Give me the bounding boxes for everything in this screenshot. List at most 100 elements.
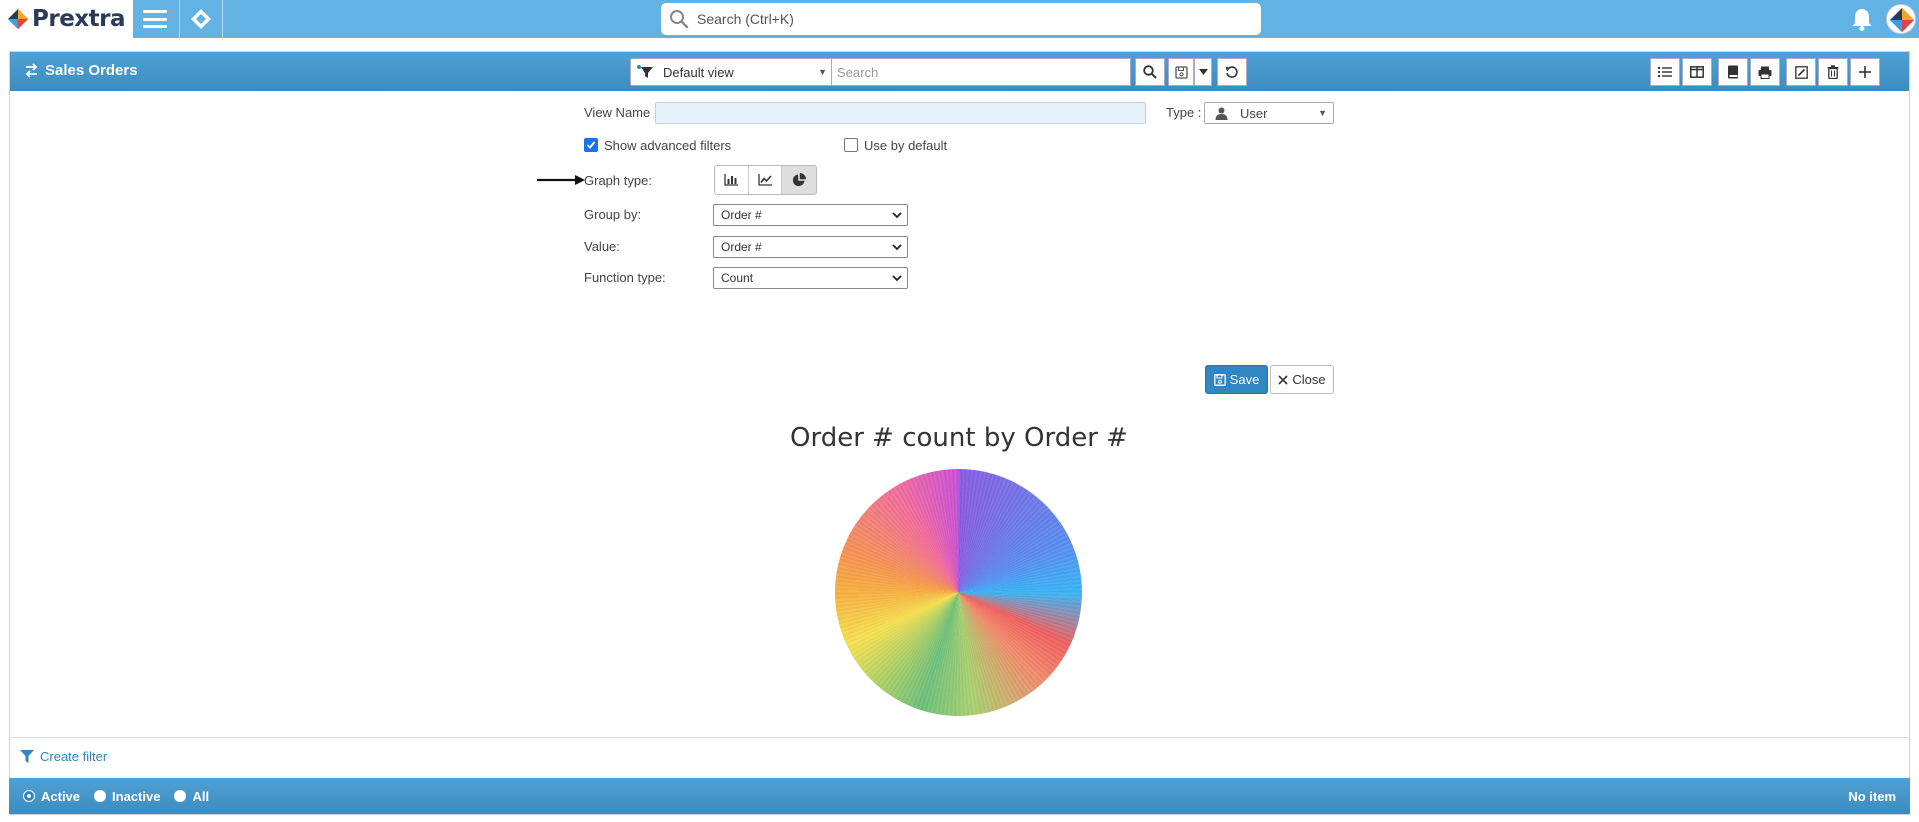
use-by-default-checkbox[interactable]	[844, 138, 858, 152]
show-advanced-filters-label: Show advanced filters	[604, 138, 732, 153]
graph-type-label: Graph type:	[584, 173, 652, 188]
type-select-value: User	[1240, 105, 1268, 121]
value-select-value: Order #	[721, 240, 762, 254]
item-count: No item	[1848, 788, 1896, 804]
global-search-input[interactable]	[697, 11, 1237, 27]
close-button-label: Close	[1292, 372, 1326, 387]
columns-view-button[interactable]	[1682, 58, 1712, 86]
undo-icon	[1225, 66, 1238, 78]
trash-icon	[1827, 65, 1839, 79]
close-icon	[1278, 374, 1288, 385]
avatar[interactable]	[1886, 4, 1916, 34]
view-selector-value: Default view	[663, 64, 734, 80]
search-icon	[670, 10, 689, 29]
checkmark-icon	[586, 141, 596, 149]
show-advanced-filters-checkbox[interactable]	[584, 138, 598, 152]
view-name-input[interactable]	[655, 102, 1146, 124]
list-icon	[1658, 67, 1672, 77]
close-button[interactable]: Close	[1270, 365, 1334, 394]
hamburger-menu-icon[interactable]	[143, 7, 167, 31]
book-icon	[1728, 65, 1738, 79]
book-button[interactable]	[1718, 58, 1748, 86]
reset-button[interactable]	[1217, 58, 1247, 86]
columns-icon	[1690, 66, 1704, 78]
save-view-button[interactable]	[1168, 58, 1194, 86]
caret-down-icon: ▼	[1318, 108, 1327, 118]
type-select[interactable]: User ▼	[1204, 102, 1334, 124]
user-icon	[1215, 107, 1228, 120]
status-filter-active[interactable]: Active	[23, 789, 80, 804]
line-chart-icon	[758, 174, 772, 186]
line-chart-button[interactable]	[749, 166, 783, 194]
floppy-disk-icon	[1174, 65, 1188, 79]
edit-button[interactable]	[1786, 58, 1816, 86]
top-navigation-bar: Prextra	[0, 0, 1919, 38]
status-filter-label: Inactive	[112, 788, 161, 804]
create-filter-label: Create filter	[40, 749, 108, 764]
function-type-label: Function type:	[584, 270, 666, 285]
edit-icon	[1794, 65, 1808, 79]
status-bar: Active Inactive All No item	[9, 778, 1910, 814]
prextra-diamond-icon[interactable]	[190, 8, 212, 30]
value-label: Value:	[584, 239, 620, 254]
status-filter-all[interactable]: All	[174, 789, 209, 804]
divider	[9, 737, 1910, 738]
swap-arrows-icon	[25, 63, 38, 78]
save-button-label: Save	[1229, 372, 1260, 387]
radio-icon	[174, 790, 187, 802]
view-name-label: View Name :	[584, 105, 658, 120]
function-type-select[interactable]: Count	[713, 267, 908, 289]
caret-down-icon	[1198, 69, 1208, 75]
filter-icon	[637, 65, 653, 78]
bell-icon[interactable]	[1849, 6, 1875, 32]
page-title: Sales Orders	[24, 62, 138, 79]
group-by-label: Group by:	[584, 207, 642, 222]
graph-type-toggle	[714, 165, 817, 195]
value-select[interactable]: Order #	[713, 236, 908, 258]
page-title-text: Sales Orders	[45, 62, 138, 79]
print-button[interactable]	[1750, 58, 1780, 86]
divider	[179, 0, 180, 38]
radio-icon	[23, 790, 35, 802]
group-by-select[interactable]: Order #	[713, 204, 908, 226]
panel-search-input[interactable]	[831, 58, 1131, 86]
status-filter-label: All	[192, 788, 210, 804]
global-search[interactable]	[661, 3, 1261, 35]
radio-icon	[94, 790, 107, 802]
group-by-value: Order #	[721, 208, 762, 222]
chart-title: Order # count by Order #	[790, 423, 1128, 453]
add-button[interactable]	[1850, 58, 1880, 86]
app-name: Prextra	[32, 6, 126, 32]
divider	[222, 0, 223, 38]
app-logo[interactable]: Prextra	[0, 0, 133, 38]
pie-chart-slices	[835, 469, 1082, 716]
pointer-arrow-icon	[537, 175, 585, 185]
filter-icon	[20, 750, 34, 763]
chevron-down-icon	[892, 211, 902, 218]
chevron-down-icon	[892, 274, 902, 281]
delete-button[interactable]	[1818, 58, 1848, 86]
pie-chart-button[interactable]	[782, 166, 816, 194]
list-view-button[interactable]	[1650, 58, 1680, 86]
bar-chart-icon	[724, 174, 739, 186]
panel-header: Sales Orders Default view ▼	[10, 52, 1909, 91]
search-icon	[1143, 65, 1157, 79]
search-button[interactable]	[1135, 58, 1165, 86]
function-type-value: Count	[721, 271, 754, 285]
save-button[interactable]: Save	[1205, 365, 1268, 394]
prextra-logo-icon	[8, 9, 28, 29]
view-selector[interactable]: Default view ▼	[630, 58, 836, 86]
bar-chart-button[interactable]	[715, 166, 749, 194]
caret-down-icon: ▼	[818, 67, 827, 77]
printer-icon	[1758, 66, 1772, 79]
chevron-down-icon	[892, 243, 902, 250]
status-filter-label: Active	[41, 788, 81, 804]
status-filter-inactive[interactable]: Inactive	[94, 789, 160, 804]
create-filter-link[interactable]: Create filter	[20, 749, 107, 764]
floppy-disk-icon	[1213, 373, 1226, 386]
save-view-dropdown-button[interactable]	[1194, 58, 1212, 86]
use-by-default-label: Use by default	[864, 138, 948, 153]
user-avatar-icon	[1890, 8, 1914, 32]
type-label: Type :	[1166, 105, 1202, 120]
plus-icon	[1859, 66, 1871, 78]
